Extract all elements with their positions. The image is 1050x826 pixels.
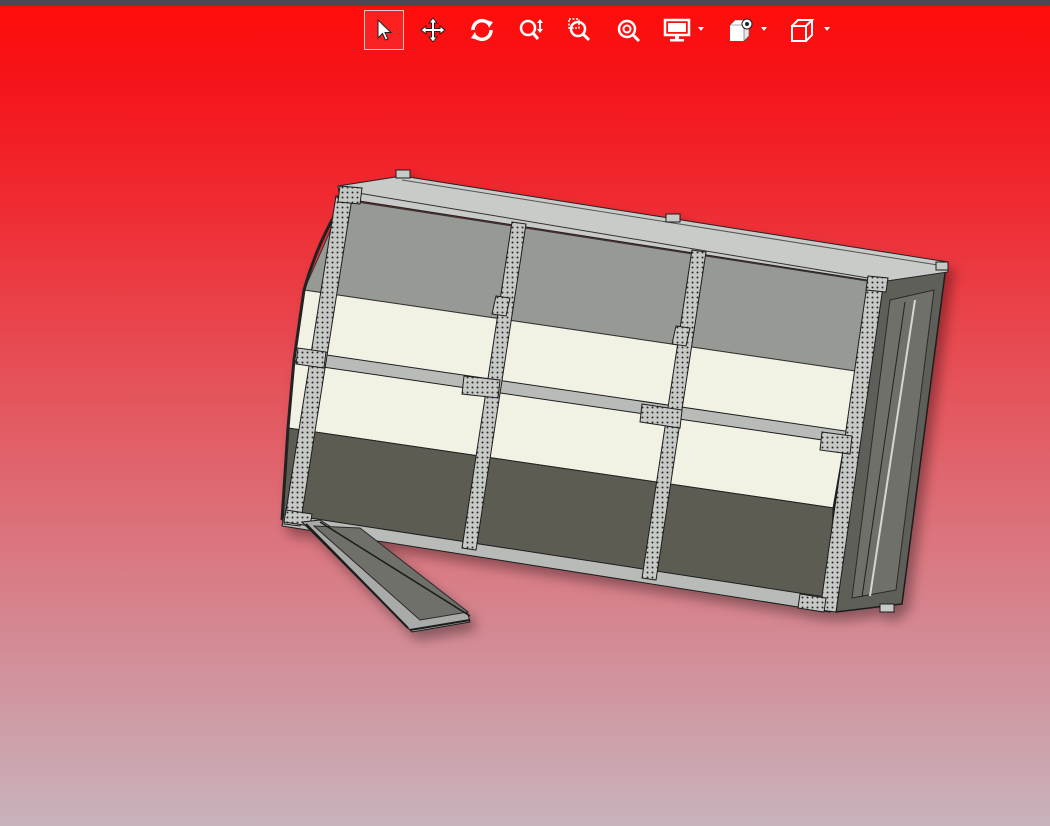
zoom-to-fit-icon [617,19,641,43]
graphics-viewport[interactable] [0,0,1050,826]
model-3d-view[interactable] [0,0,1050,826]
heads-up-view-toolbar [364,10,847,50]
select-arrow-icon [377,18,393,41]
select-button[interactable] [364,10,404,50]
rotate-icon [471,18,493,42]
chevron-down-icon[interactable] [698,27,704,31]
rotate-button[interactable] [462,10,502,50]
view-orientation-cube-icon [791,19,815,42]
zoom-to-area-button[interactable] [560,10,600,50]
pan-button[interactable] [413,10,453,50]
enclosure-model[interactable] [280,169,949,633]
zoom-to-area-icon [568,18,591,42]
hide-show-items-icon [729,18,753,42]
chevron-down-icon[interactable] [761,27,767,31]
hide-show-items-button[interactable] [721,10,769,50]
view-orientation-button[interactable] [784,10,832,50]
zoom-in-out-button[interactable] [511,10,551,50]
display-style-button[interactable] [658,10,706,50]
zoom-to-fit-button[interactable] [609,10,649,50]
chevron-down-icon[interactable] [824,27,830,31]
pan-move-icon [420,17,446,43]
zoom-in-out-icon [519,19,543,40]
display-style-icon [663,18,691,42]
